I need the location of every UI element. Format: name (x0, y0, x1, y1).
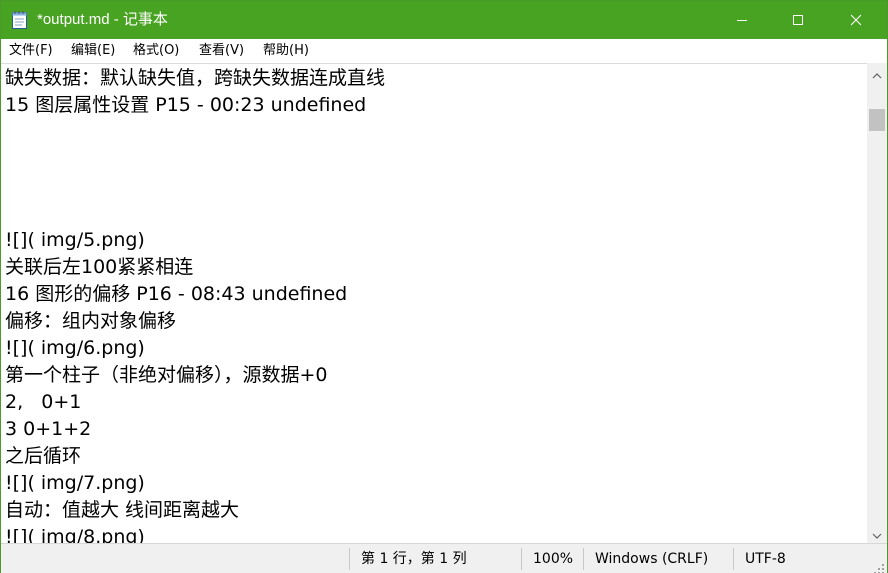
editor-line: ![]( img/6.png) (5, 337, 145, 359)
maximize-icon (792, 11, 804, 30)
menu-view[interactable]: 查看(V) (199, 39, 244, 63)
title-bar[interactable]: *output.md - 记事本 (1, 1, 887, 39)
close-button[interactable] (833, 1, 879, 39)
encoding: UTF-8 (745, 551, 786, 567)
editor-line: ![]( img/7.png) (5, 472, 145, 494)
status-divider (349, 548, 350, 570)
maximize-button[interactable] (775, 1, 821, 39)
status-divider (733, 548, 734, 570)
notepad-window: *output.md - 记事本 文件(F) 编辑(E) 格式(O) 查看(V) (0, 0, 888, 573)
editor-line: ![]( img/5.png) (5, 229, 145, 251)
vertical-scrollbar[interactable] (867, 63, 887, 543)
editor-line: ![]( img/8.png) (5, 526, 145, 543)
editor-line: 第一个柱子（非绝对偏移），源数据+0 (5, 364, 328, 386)
editor-line: 自动：值越大 线间距离越大 (5, 499, 240, 521)
resize-grip-icon[interactable] (873, 560, 885, 573)
scroll-up-button[interactable] (867, 63, 887, 83)
menu-file[interactable]: 文件(F) (9, 39, 53, 63)
scroll-down-button[interactable] (867, 523, 887, 543)
status-divider (521, 548, 522, 570)
scroll-thumb[interactable] (869, 109, 885, 131)
menu-help[interactable]: 帮助(H) (263, 39, 309, 63)
status-bar: 第 1 行，第 1 列 100% Windows (CRLF) UTF-8 (1, 543, 887, 573)
editor-line: 2, 0+1 (5, 391, 82, 413)
status-divider (583, 548, 584, 570)
close-icon (850, 11, 862, 30)
menu-format[interactable]: 格式(O) (133, 39, 179, 63)
menu-bar: 文件(F) 编辑(E) 格式(O) 查看(V) 帮助(H) (1, 39, 887, 63)
chevron-down-icon (872, 524, 882, 543)
editor-line: 3 0+1+2 (5, 418, 92, 440)
notepad-icon[interactable] (11, 10, 29, 30)
editor-line: 之后循环 (5, 445, 82, 467)
text-editor[interactable]: 缺失数据：默认缺失值，跨缺失数据连成直线 15 图层属性设置 P15 - 00:… (1, 63, 867, 543)
minimize-icon (736, 11, 748, 30)
window-title: *output.md - 记事本 (37, 11, 168, 28)
editor-line: 缺失数据：默认缺失值，跨缺失数据连成直线 (5, 67, 386, 89)
menu-edit[interactable]: 编辑(E) (71, 39, 115, 63)
minimize-button[interactable] (719, 1, 765, 39)
editor-line: 关联后左100紧紧相连 (5, 256, 194, 278)
cursor-position: 第 1 行，第 1 列 (361, 551, 467, 567)
line-ending: Windows (CRLF) (595, 551, 709, 567)
editor-line: 偏移：组内对象偏移 (5, 310, 177, 332)
editor-line: 15 图层属性设置 P15 - 00:23 undefined (5, 94, 367, 116)
editor-line: 16 图形的偏移 P16 - 08:43 undefined (5, 283, 348, 305)
zoom-level: 100% (533, 551, 574, 567)
chevron-up-icon (872, 64, 882, 83)
